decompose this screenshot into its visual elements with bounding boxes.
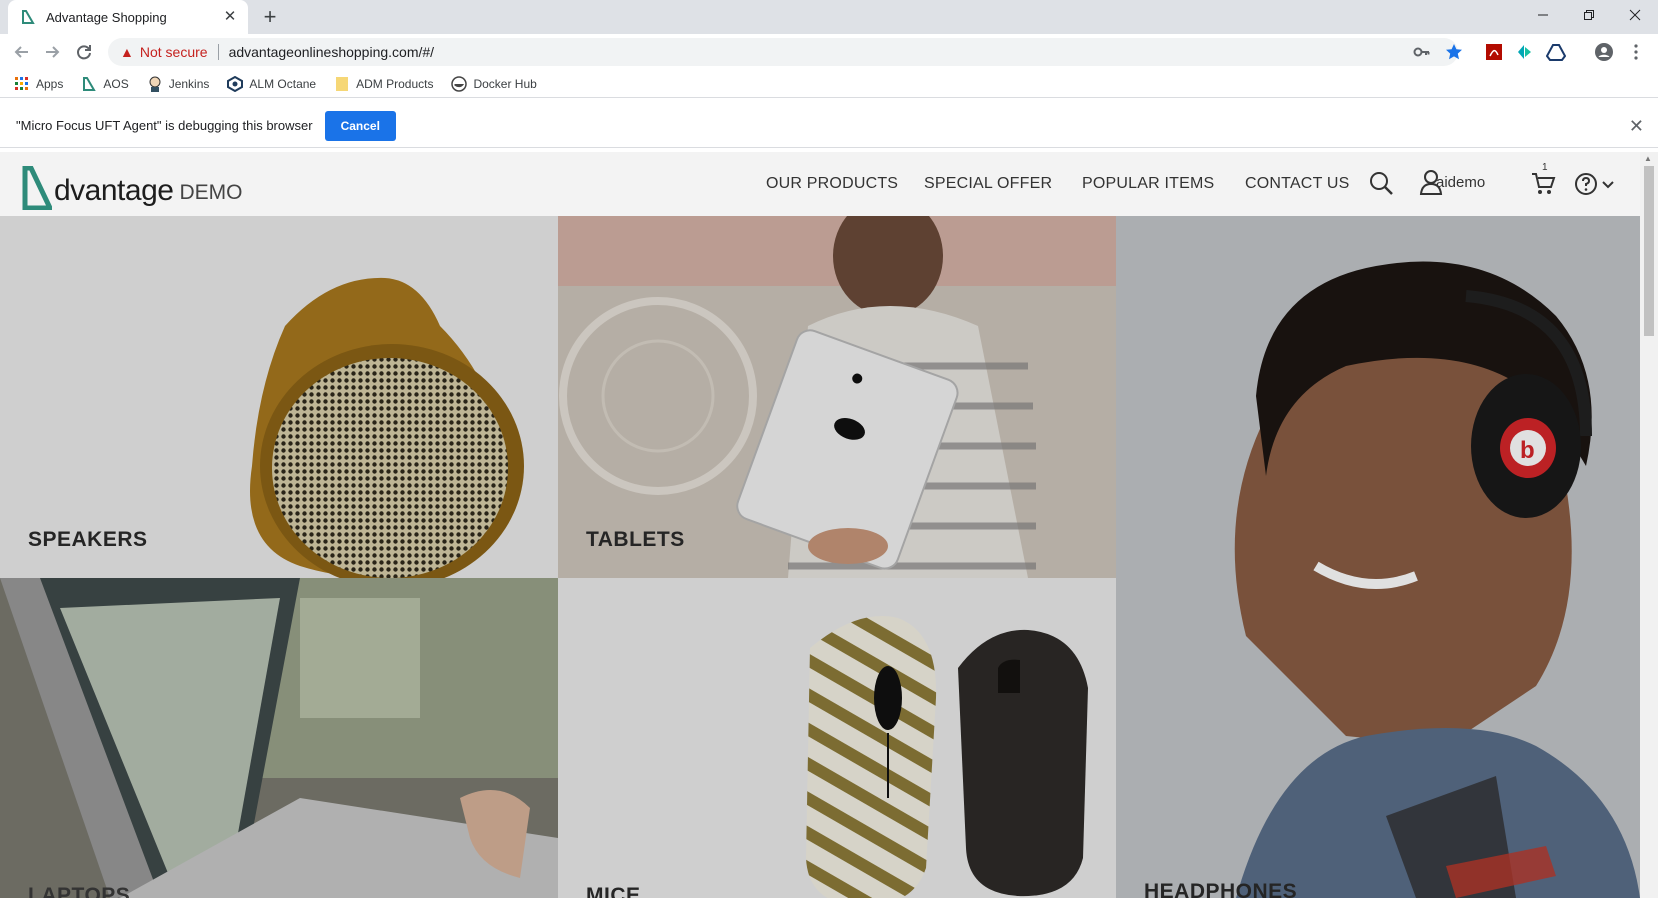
url-text[interactable]: advantageonlineshopping.com/#/	[229, 44, 435, 60]
category-tile-laptops[interactable]: LAPTOPS	[0, 578, 558, 898]
bookmark-label: ADM Products	[356, 76, 434, 91]
bookmark-alm-octane[interactable]: ALM Octane	[227, 75, 317, 92]
drive-extension-icon[interactable]	[1546, 42, 1566, 62]
category-label-laptops[interactable]: LAPTOPS	[28, 884, 130, 898]
tile-overlay	[0, 216, 558, 578]
uft-extension-icon[interactable]	[1514, 42, 1534, 62]
tile-overlay	[558, 216, 1116, 578]
logo-demo-text: DEMO	[179, 181, 243, 204]
advantage-logo-icon	[22, 166, 52, 210]
cancel-debugging-button[interactable]: Cancel	[324, 110, 396, 141]
browser-tab[interactable]: Advantage Shopping ✕	[8, 0, 248, 34]
bookmark-star-icon[interactable]	[1444, 42, 1464, 62]
tile-overlay	[1116, 216, 1640, 898]
security-label[interactable]: Not secure	[140, 44, 208, 60]
chevron-down-icon[interactable]	[1602, 180, 1614, 190]
aos-logo-icon	[81, 76, 97, 92]
close-infobar-icon[interactable]: ✕	[1629, 116, 1644, 137]
tile-overlay	[0, 578, 558, 898]
minimize-icon	[1538, 14, 1548, 16]
acrobat-extension-icon[interactable]	[1484, 42, 1504, 62]
category-tile-tablets[interactable]: TABLETS	[558, 216, 1116, 578]
docker-icon	[451, 75, 468, 92]
bookmarks-bar: Apps AOS Jenkins ALM Octane ADM Products…	[0, 70, 1658, 98]
nav-special-offer[interactable]: SPECIAL OFFER	[924, 175, 1052, 193]
page-scrollbar[interactable]: ▲	[1640, 152, 1658, 898]
back-button[interactable]	[10, 40, 34, 64]
nav-popular-items[interactable]: POPULAR ITEMS	[1082, 175, 1214, 193]
aos-favicon-icon	[22, 10, 35, 24]
bookmark-label: AOS	[103, 76, 129, 91]
restore-button[interactable]	[1566, 0, 1612, 30]
nav-contact-us[interactable]: CONTACT US	[1245, 175, 1350, 193]
back-arrow-icon	[14, 46, 28, 58]
bookmark-jenkins[interactable]: Jenkins	[147, 76, 210, 92]
reload-button[interactable]	[72, 40, 96, 64]
minimize-button[interactable]	[1520, 0, 1566, 30]
category-label-mice[interactable]: MICE	[586, 884, 641, 898]
category-label-headphones[interactable]: HEADPHONES	[1144, 880, 1297, 898]
warning-triangle-icon: ▲	[120, 44, 134, 60]
category-label-tablets[interactable]: TABLETS	[586, 528, 685, 552]
bookmark-label: Jenkins	[168, 76, 210, 91]
tile-overlay	[558, 578, 1116, 898]
username-label[interactable]: aidemo	[1436, 174, 1485, 191]
help-icon[interactable]	[1574, 172, 1598, 196]
apps-grid-icon	[14, 76, 30, 92]
tab-title: Advantage Shopping	[46, 9, 167, 25]
close-window-icon	[1629, 9, 1641, 21]
category-tile-headphones[interactable]: b HEADPHONES	[1116, 216, 1640, 898]
forward-arrow-icon	[46, 46, 60, 58]
address-bar[interactable]: ▲ Not secure advantageonlineshopping.com…	[108, 38, 1458, 66]
logo-wordmark: dvantage	[54, 174, 174, 207]
reload-icon	[77, 45, 91, 60]
bookmark-label: ALM Octane	[249, 76, 317, 91]
web-page: SPEAKERS TABLETS b HEADPHONES LAPTOPS MI…	[0, 152, 1640, 898]
search-icon[interactable]	[1368, 170, 1394, 196]
new-tab-button[interactable]: +	[258, 6, 282, 30]
cart-icon[interactable]	[1530, 170, 1556, 196]
key-icon[interactable]	[1412, 42, 1432, 62]
site-header: dvantage DEMO OUR PRODUCTS SPECIAL OFFER…	[0, 152, 1640, 216]
profile-avatar-icon[interactable]	[1594, 42, 1614, 62]
bookmark-docker-hub[interactable]: Docker Hub	[451, 75, 537, 92]
infobar-message: "Micro Focus UFT Agent" is debugging thi…	[16, 118, 313, 133]
bookmark-apps[interactable]: Apps	[14, 76, 63, 92]
bookmark-label: Apps	[36, 76, 64, 91]
forward-button[interactable]	[40, 40, 64, 64]
restore-icon	[1584, 10, 1594, 20]
cart-count-badge: 1	[1542, 162, 1548, 173]
category-label-speakers[interactable]: SPEAKERS	[28, 528, 148, 552]
browser-menu-icon[interactable]	[1626, 42, 1646, 62]
alm-octane-icon	[227, 75, 244, 92]
scroll-up-arrow-icon[interactable]: ▲	[1644, 154, 1652, 163]
site-logo[interactable]: dvantage DEMO	[22, 160, 242, 210]
nav-our-products[interactable]: OUR PRODUCTS	[766, 175, 898, 193]
folder-icon	[334, 76, 350, 92]
scrollbar-thumb[interactable]	[1644, 166, 1654, 336]
debugging-infobar: "Micro Focus UFT Agent" is debugging thi…	[0, 104, 1658, 148]
jenkins-icon	[147, 76, 163, 92]
category-tile-mice[interactable]: MICE	[558, 578, 1116, 898]
bookmark-label: Docker Hub	[473, 76, 537, 91]
browser-toolbar: ▲ Not secure advantageonlineshopping.com…	[0, 34, 1658, 70]
close-window-button[interactable]	[1612, 0, 1658, 30]
browser-titlebar: Advantage Shopping ✕ +	[0, 0, 1658, 34]
bookmark-adm-products[interactable]: ADM Products	[334, 76, 433, 92]
tab-close-icon[interactable]: ✕	[222, 9, 238, 25]
bookmark-aos[interactable]: AOS	[81, 76, 129, 92]
category-tile-speakers[interactable]: SPEAKERS	[0, 216, 558, 578]
omnibox-separator	[217, 44, 219, 60]
